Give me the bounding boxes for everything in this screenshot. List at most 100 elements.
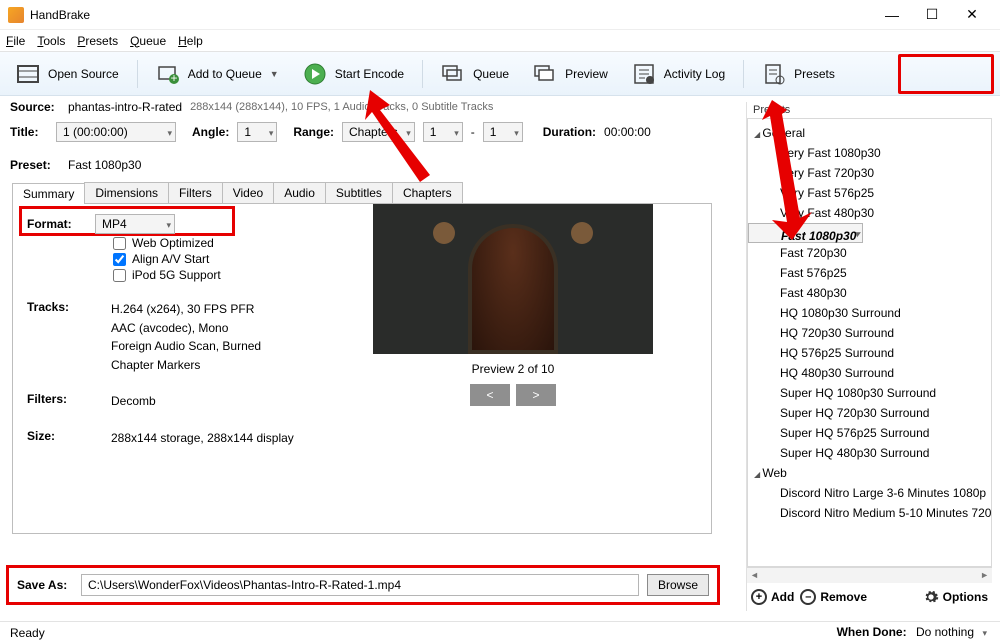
preset-group[interactable]: Web	[748, 463, 991, 483]
source-label: Source:	[10, 100, 60, 114]
toolbar: Open Source + Add to Queue ▼ Start Encod…	[0, 52, 1000, 96]
preset-label: Preset:	[10, 158, 60, 172]
preview-icon	[533, 62, 557, 86]
close-button[interactable]: ✕	[952, 4, 992, 26]
tab-dimensions[interactable]: Dimensions	[84, 182, 169, 203]
preset-add-button[interactable]: +Add	[751, 589, 794, 605]
angle-select[interactable]: 1	[237, 122, 277, 142]
range-from-select[interactable]: 1	[423, 122, 463, 142]
preview-prev-button[interactable]: <	[470, 384, 510, 406]
open-source-label: Open Source	[48, 67, 119, 81]
preset-item[interactable]: Discord Nitro Large 3-6 Minutes 1080p	[748, 483, 991, 503]
tab-filters[interactable]: Filters	[168, 182, 223, 203]
activity-log-button[interactable]: Activity Log	[622, 58, 735, 90]
queue-add-icon: +	[156, 62, 180, 86]
add-to-queue-button[interactable]: + Add to Queue ▼	[146, 58, 289, 90]
duration-label: Duration:	[543, 125, 596, 139]
svg-text:+: +	[170, 71, 177, 85]
start-encode-button[interactable]: Start Encode	[293, 58, 414, 90]
preset-item[interactable]: Super HQ 720p30 Surround	[748, 403, 991, 423]
preset-item[interactable]: HQ 480p30 Surround	[748, 363, 991, 383]
when-done-select[interactable]: Do nothing	[910, 623, 990, 643]
title-select[interactable]: 1 (00:00:00)	[56, 122, 176, 142]
preset-item[interactable]: Very Fast 720p30	[748, 163, 991, 183]
presets-icon	[762, 62, 786, 86]
open-source-button[interactable]: Open Source	[6, 58, 129, 90]
save-as-input[interactable]	[81, 574, 639, 596]
preset-item[interactable]: Very Fast 1080p30	[748, 143, 991, 163]
presets-button[interactable]: Presets	[752, 58, 845, 90]
preset-item[interactable]: Very Fast 480p30	[748, 203, 991, 223]
presets-label: Presets	[794, 67, 835, 81]
angle-label: Angle:	[192, 125, 229, 139]
preset-item[interactable]: HQ 720p30 Surround	[748, 323, 991, 343]
presets-tree[interactable]: GeneralVery Fast 1080p30Very Fast 720p30…	[747, 118, 992, 567]
preset-item[interactable]: Fast 576p25	[748, 263, 991, 283]
menu-help[interactable]: Help	[178, 34, 203, 48]
tabs-container: Summary Dimensions Filters Video Audio S…	[12, 182, 712, 534]
range-dash: -	[471, 125, 475, 139]
preset-item[interactable]: HQ 576p25 Surround	[748, 343, 991, 363]
window-title: HandBrake	[30, 8, 872, 22]
menu-tools[interactable]: Tools	[37, 34, 65, 48]
queue-icon	[441, 62, 465, 86]
menu-queue[interactable]: Queue	[130, 34, 166, 48]
preset-item[interactable]: Super HQ 576p25 Surround	[748, 423, 991, 443]
preset-options-button[interactable]: Options	[923, 589, 988, 605]
tab-subtitles[interactable]: Subtitles	[325, 182, 393, 203]
tab-chapters[interactable]: Chapters	[392, 182, 463, 203]
preset-group[interactable]: General	[748, 123, 991, 143]
preset-item[interactable]: Super HQ 480p30 Surround	[748, 443, 991, 463]
annotation-presets-highlight	[898, 54, 994, 94]
preview-button[interactable]: Preview	[523, 58, 618, 90]
presets-hscroll[interactable]	[747, 567, 992, 583]
activity-log-label: Activity Log	[664, 67, 725, 81]
minimize-button[interactable]: —	[872, 4, 912, 26]
preset-item[interactable]: Very Fast 576p25	[748, 183, 991, 203]
preset-item[interactable]: Fast 1080p30	[748, 223, 863, 243]
plus-icon: +	[751, 589, 767, 605]
add-to-queue-label: Add to Queue	[188, 67, 262, 81]
queue-label: Queue	[473, 67, 509, 81]
maximize-button[interactable]: ☐	[912, 4, 952, 26]
menu-presets[interactable]: Presets	[77, 34, 118, 48]
preset-item[interactable]: Discord Nitro Medium 5-10 Minutes 720p	[748, 503, 991, 523]
duration-value: 00:00:00	[604, 125, 651, 139]
chevron-down-icon: ▼	[270, 69, 279, 79]
play-icon	[303, 62, 327, 86]
range-to-select[interactable]: 1	[483, 122, 523, 142]
preview-pane: Preview 2 of 10 < >	[373, 204, 653, 406]
statusbar: Ready When Done: Do nothing	[0, 621, 1000, 643]
tab-audio[interactable]: Audio	[273, 182, 326, 203]
minus-icon: –	[800, 589, 816, 605]
preset-remove-button[interactable]: –Remove	[800, 589, 867, 605]
save-as-label: Save As:	[17, 578, 73, 592]
tracks-value: H.264 (x264), 30 FPS PFR AAC (avcodec), …	[111, 300, 261, 374]
when-done-label: When Done:	[837, 625, 907, 639]
range-mode-select[interactable]: Chapters	[342, 122, 415, 142]
presets-header: Presets	[747, 102, 992, 118]
tab-video[interactable]: Video	[222, 182, 274, 203]
filters-value: Decomb	[111, 392, 156, 411]
format-label: Format:	[27, 217, 77, 231]
log-icon	[632, 62, 656, 86]
browse-button[interactable]: Browse	[647, 574, 709, 596]
preset-item[interactable]: Fast 720p30	[748, 243, 991, 263]
format-select[interactable]: MP4	[95, 214, 175, 234]
tabs: Summary Dimensions Filters Video Audio S…	[12, 182, 712, 204]
menu-file[interactable]: File	[6, 34, 25, 48]
preview-image	[373, 204, 653, 354]
preview-next-button[interactable]: >	[516, 384, 556, 406]
source-meta: 288x144 (288x144), 10 FPS, 1 Audio Track…	[190, 101, 493, 113]
preset-item[interactable]: HQ 1080p30 Surround	[748, 303, 991, 323]
tracks-label: Tracks:	[27, 300, 81, 374]
film-icon	[16, 62, 40, 86]
presets-panel: Presets GeneralVery Fast 1080p30Very Fas…	[746, 102, 992, 611]
preset-item[interactable]: Super HQ 1080p30 Surround	[748, 383, 991, 403]
preset-item[interactable]: Fast 480p30	[748, 283, 991, 303]
range-label: Range:	[293, 125, 334, 139]
preview-caption: Preview 2 of 10	[373, 362, 653, 376]
tab-summary[interactable]: Summary	[12, 183, 85, 204]
title-label: Title:	[10, 125, 48, 139]
queue-button[interactable]: Queue	[431, 58, 519, 90]
